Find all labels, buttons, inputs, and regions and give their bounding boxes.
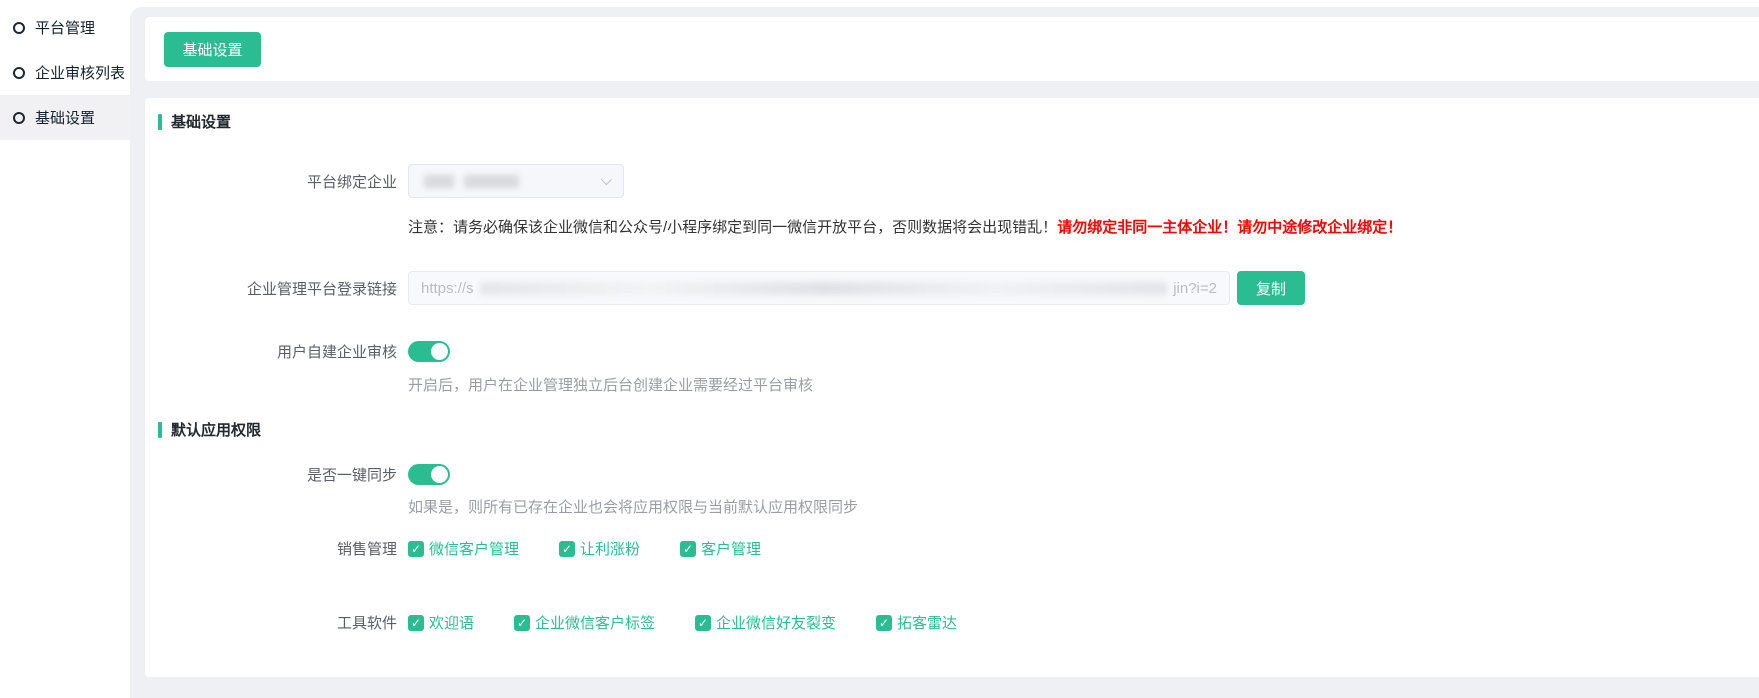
redacted-value <box>424 175 454 188</box>
self-built-audit-row: 用户自建企业审核 <box>158 341 1759 362</box>
circle-icon <box>13 67 25 79</box>
sidebar-item-label: 企业审核列表 <box>35 62 125 83</box>
checked-checkbox-icon: ✓ <box>408 541 424 557</box>
checkbox-profit-fans[interactable]: ✓ 让利涨粉 <box>559 538 640 559</box>
bind-note: 注意：请务必确保该企业微信和公众号/小程序绑定到同一微信开放平台，否则数据将会出… <box>408 216 1759 236</box>
bound-enterprise-select[interactable] <box>408 164 624 198</box>
field-label: 销售管理 <box>158 538 397 559</box>
checkbox-label: 微信客户管理 <box>429 538 519 559</box>
note-text: 注意：请务必确保该企业微信和公众号/小程序绑定到同一微信开放平台，否则数据将会出… <box>408 216 1057 237</box>
checked-checkbox-icon: ✓ <box>514 615 530 631</box>
section-header-basic: 基础设置 <box>158 112 1759 131</box>
circle-icon <box>13 112 25 124</box>
redacted-value <box>464 175 519 188</box>
sidebar-item-label: 平台管理 <box>35 17 95 38</box>
app-layout: 平台管理 企业审核列表 基础设置 基础设置 基础设置 平台绑定企业 <box>0 0 1759 698</box>
url-prefix: https://s <box>421 280 474 297</box>
checkbox-customer-radar[interactable]: ✓ 拓客雷达 <box>876 612 957 633</box>
checked-checkbox-icon: ✓ <box>876 615 892 631</box>
login-link-input[interactable]: https://s jin?i=2 <box>408 271 1230 305</box>
checkbox-wechat-customer-management[interactable]: ✓ 微信客户管理 <box>408 538 519 559</box>
section-accent-bar <box>158 422 162 438</box>
checkbox-label: 让利涨粉 <box>580 538 640 559</box>
toggle-knob <box>431 343 448 360</box>
tool-software-row: 工具软件 ✓ 欢迎语 ✓ 企业微信客户标签 ✓ 企业微信好友裂变 <box>158 612 1759 633</box>
sidebar-item-platform-management[interactable]: 平台管理 <box>0 5 130 50</box>
sales-checkbox-group: ✓ 微信客户管理 ✓ 让利涨粉 ✓ 客户管理 <box>408 538 761 559</box>
checked-checkbox-icon: ✓ <box>408 615 424 631</box>
checkbox-label: 企业微信客户标签 <box>535 612 655 633</box>
checked-checkbox-icon: ✓ <box>695 615 711 631</box>
sidebar-item-basic-settings[interactable]: 基础设置 <box>0 95 130 140</box>
redacted-url-segment <box>480 282 1168 295</box>
note-warning-text: 请勿绑定非同一主体企业！请勿中途修改企业绑定！ <box>1057 216 1402 237</box>
platform-bind-row: 平台绑定企业 <box>158 164 1759 198</box>
field-label: 是否一键同步 <box>158 464 397 485</box>
one-key-sync-row: 是否一键同步 <box>158 464 1759 485</box>
sidebar: 平台管理 企业审核列表 基础设置 <box>0 0 130 698</box>
checked-checkbox-icon: ✓ <box>559 541 575 557</box>
checked-checkbox-icon: ✓ <box>680 541 696 557</box>
checkbox-label: 企业微信好友裂变 <box>716 612 836 633</box>
tab-bar: 基础设置 <box>145 17 1759 81</box>
sidebar-item-label: 基础设置 <box>35 107 95 128</box>
sync-help-text: 如果是，则所有已存在企业也会将应用权限与当前默认应用权限同步 <box>408 496 1759 516</box>
section-accent-bar <box>158 114 162 130</box>
sales-management-row: 销售管理 ✓ 微信客户管理 ✓ 让利涨粉 ✓ 客户管理 <box>158 538 1759 559</box>
toggle-knob <box>431 466 448 483</box>
checkbox-wecom-customer-tags[interactable]: ✓ 企业微信客户标签 <box>514 612 655 633</box>
audit-help-text: 开启后，用户在企业管理独立后台创建企业需要经过平台审核 <box>408 374 1759 394</box>
checkbox-label: 拓客雷达 <box>897 612 957 633</box>
login-link-row: 企业管理平台登录链接 https://s jin?i=2 复制 <box>158 271 1759 305</box>
content-area: 基础设置 基础设置 平台绑定企业 注意：请务必确保该企业微信和公众号/小程序绑定… <box>130 7 1759 698</box>
checkbox-customer-management[interactable]: ✓ 客户管理 <box>680 538 761 559</box>
checkbox-welcome-message[interactable]: ✓ 欢迎语 <box>408 612 474 633</box>
settings-panel: 基础设置 平台绑定企业 注意：请务必确保该企业微信和公众号/小程序绑定到同一微信… <box>145 98 1759 677</box>
audit-toggle-on[interactable] <box>408 341 450 362</box>
section-header-permissions: 默认应用权限 <box>158 420 1759 439</box>
tab-basic-settings[interactable]: 基础设置 <box>164 32 261 67</box>
url-suffix: jin?i=2 <box>1173 280 1217 297</box>
sidebar-item-enterprise-audit-list[interactable]: 企业审核列表 <box>0 50 130 95</box>
section-title: 默认应用权限 <box>171 419 261 440</box>
field-label: 企业管理平台登录链接 <box>158 278 397 299</box>
copy-button[interactable]: 复制 <box>1237 271 1305 305</box>
field-label: 平台绑定企业 <box>158 171 397 192</box>
sync-toggle-on[interactable] <box>408 464 450 485</box>
section-title: 基础设置 <box>171 111 231 132</box>
circle-icon <box>13 22 25 34</box>
checkbox-wecom-friend-fission[interactable]: ✓ 企业微信好友裂变 <box>695 612 836 633</box>
checkbox-label: 客户管理 <box>701 538 761 559</box>
chevron-down-icon <box>601 174 612 185</box>
checkbox-label: 欢迎语 <box>429 612 474 633</box>
field-label: 用户自建企业审核 <box>158 341 397 362</box>
field-label: 工具软件 <box>158 612 397 633</box>
tools-checkbox-group: ✓ 欢迎语 ✓ 企业微信客户标签 ✓ 企业微信好友裂变 ✓ 拓客雷达 <box>408 612 957 633</box>
